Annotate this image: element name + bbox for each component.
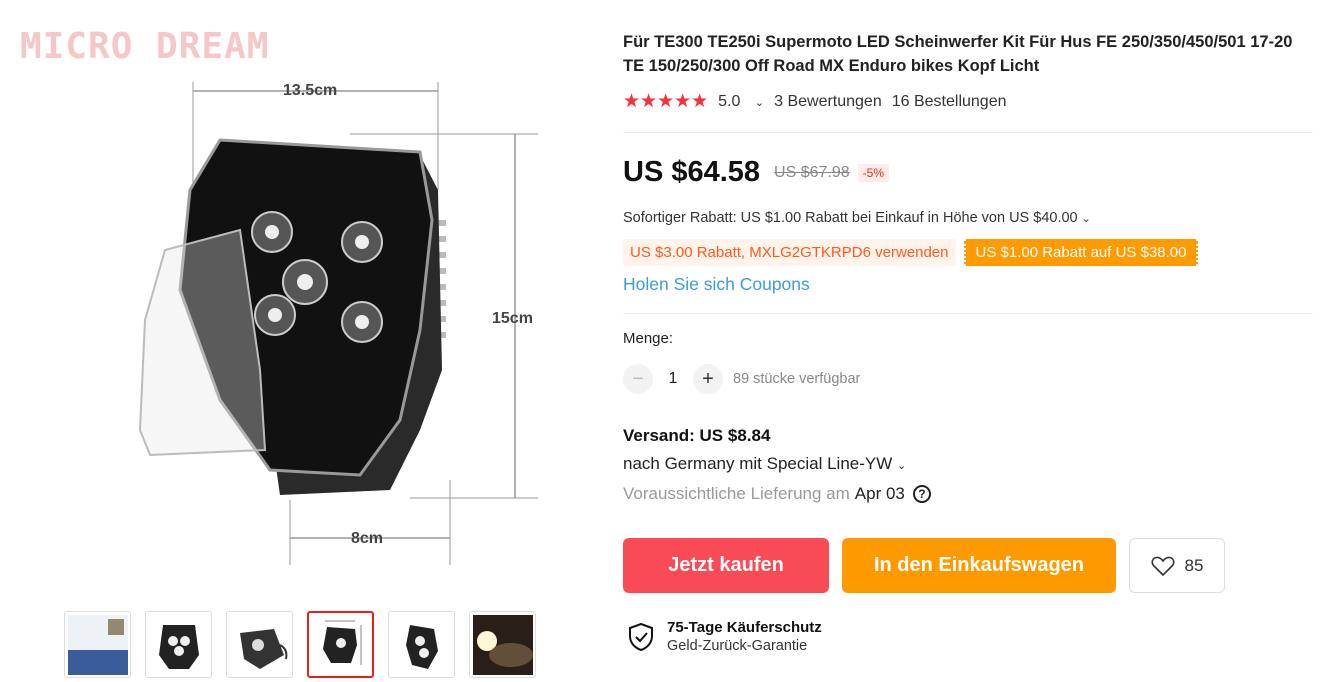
quantity-decrease-button[interactable]: − (623, 364, 653, 394)
divider (623, 132, 1313, 133)
add-to-cart-button[interactable]: In den Einkaufswagen (842, 538, 1116, 593)
product-gallery: MICRO DREAM 13.5cm 15cm 8cm (0, 0, 600, 682)
reviews-count[interactable]: 3 Bewertungen (774, 93, 882, 111)
dimension-width: 13.5cm (283, 82, 338, 99)
delivery-estimate: Voraussichtliche Lieferung am Apr 03 ? (623, 484, 931, 504)
rating-value[interactable]: 5.0 ⌄ (718, 93, 764, 111)
get-coupons-link[interactable]: Holen Sie sich Coupons (623, 274, 810, 295)
dimension-height: 15cm (492, 310, 533, 327)
buyer-protection[interactable]: 75-Tage Käuferschutz Geld-Zurück-Garanti… (627, 619, 822, 654)
rating-stars-icon: ★★★★★ (623, 91, 709, 112)
protection-title: 75-Tage Käuferschutz (667, 619, 822, 636)
orders-count: 16 Bestellungen (891, 92, 1007, 110)
shipping-cost: Versand: US $8.84 (623, 426, 771, 445)
brand-watermark: MICRO DREAM (20, 26, 270, 67)
thumb-angle[interactable] (388, 611, 455, 678)
instant-discount[interactable]: Sofortiger Rabatt: US $1.00 Rabatt bei E… (623, 210, 1091, 226)
price-row: US $64.58 US $67.98 -5% (623, 156, 889, 189)
quantity-stepper: − 1 + 89 stücke verfügbar (623, 364, 860, 394)
buy-now-button[interactable]: Jetzt kaufen (623, 538, 829, 593)
quantity-increase-button[interactable]: + (693, 364, 723, 394)
main-product-image[interactable]: 13.5cm 15cm 8cm (120, 70, 560, 580)
thumb-front[interactable] (145, 611, 212, 678)
action-buttons: Jetzt kaufen In den Einkaufswagen 85 (623, 538, 1225, 593)
wishlist-button[interactable]: 85 (1129, 538, 1225, 593)
original-price: US $67.98 (774, 163, 850, 181)
thumb-night[interactable] (469, 611, 536, 678)
chevron-down-icon: ⌄ (1081, 213, 1091, 225)
rating-row: ★★★★★ 5.0 ⌄ 3 Bewertungen 16 Bestellunge… (623, 90, 1017, 113)
stock-available: 89 stücke verfügbar (733, 371, 861, 387)
discount-badge: -5% (857, 163, 889, 182)
current-price: US $64.58 (623, 156, 761, 188)
divider (623, 313, 1313, 314)
rating-number: 5.0 (718, 92, 741, 110)
thumbnail-strip (64, 611, 536, 678)
dimension-depth: 8cm (351, 530, 384, 547)
coupon-row: US $3.00 Rabatt, MXLG2GTKRPD6 verwenden … (623, 239, 1199, 266)
wishlist-count: 85 (1184, 555, 1204, 575)
delivery-date: Apr 03 (854, 484, 905, 503)
shipping-destination-text: nach Germany mit Special Line-YW (623, 454, 893, 473)
chevron-down-icon: ⌄ (754, 96, 765, 109)
coupon-code[interactable]: US $3.00 Rabatt, MXLG2GTKRPD6 verwenden (623, 239, 956, 266)
heart-icon (1151, 556, 1175, 576)
shipping-destination[interactable]: nach Germany mit Special Line-YW ⌄ (623, 454, 906, 474)
thumb-side[interactable] (226, 611, 293, 678)
thumb-bike[interactable] (64, 611, 131, 678)
chevron-down-icon: ⌄ (897, 460, 907, 472)
shield-check-icon (629, 622, 653, 651)
coupon-store[interactable]: US $1.00 Rabatt auf US $38.00 (963, 239, 1199, 266)
protection-subtitle: Geld-Zurück-Garantie (667, 638, 808, 654)
thumb-dimensions[interactable] (307, 611, 374, 678)
instant-discount-text: Sofortiger Rabatt: US $1.00 Rabatt bei E… (623, 210, 1078, 226)
question-icon[interactable]: ? (912, 485, 931, 503)
delivery-label: Voraussichtliche Lieferung am (623, 484, 850, 503)
product-title: Für TE300 TE250i Supermoto LED Scheinwer… (623, 33, 1293, 75)
quantity-label: Menge: (623, 330, 674, 347)
quantity-value[interactable]: 1 (653, 370, 693, 388)
